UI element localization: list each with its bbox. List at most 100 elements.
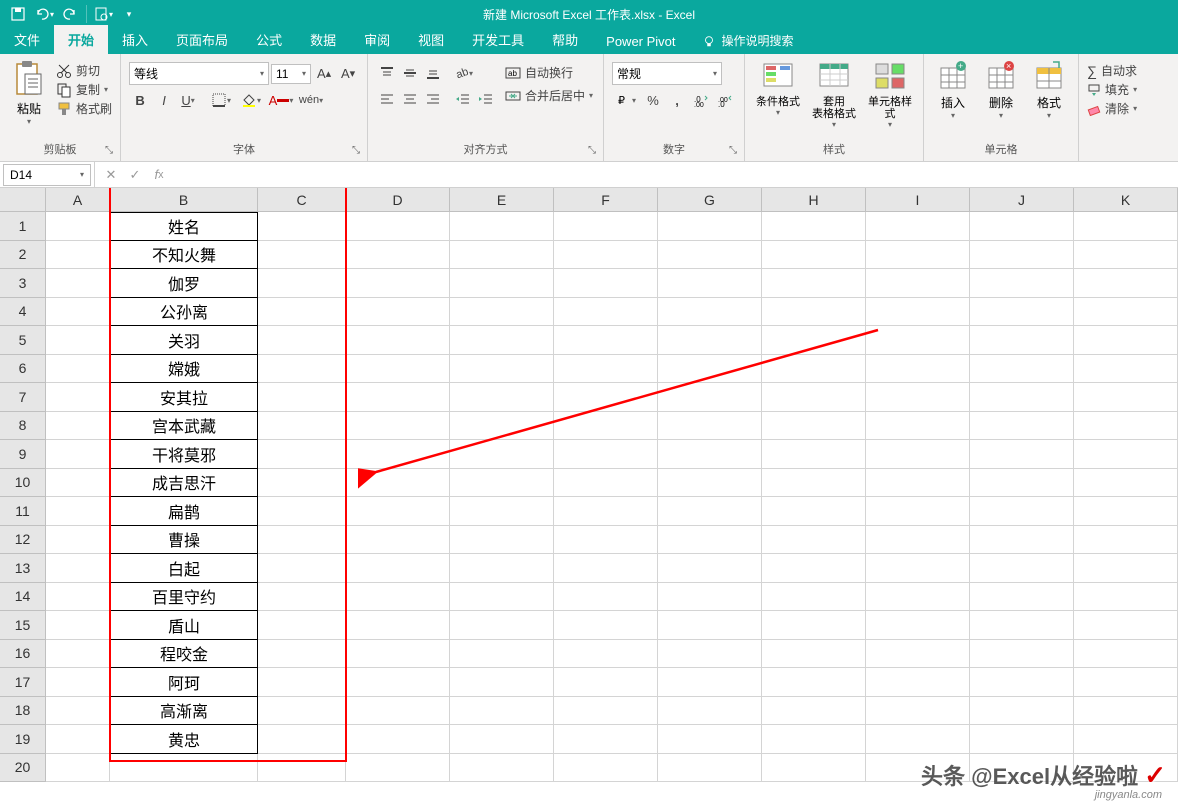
cell[interactable] <box>658 440 762 469</box>
row-header[interactable]: 16 <box>0 640 46 669</box>
fx-icon[interactable]: fx <box>149 165 169 185</box>
italic-button[interactable]: I <box>153 89 175 111</box>
align-center-icon[interactable] <box>399 88 421 110</box>
cell[interactable] <box>658 355 762 384</box>
cell[interactable] <box>46 725 110 754</box>
cell[interactable] <box>866 355 970 384</box>
cell[interactable] <box>970 697 1074 726</box>
cell[interactable] <box>1074 668 1178 697</box>
cell[interactable] <box>970 469 1074 498</box>
cell[interactable] <box>970 326 1074 355</box>
cell[interactable] <box>554 754 658 783</box>
cell[interactable] <box>762 697 866 726</box>
cut-button[interactable]: 剪切 <box>56 62 112 79</box>
cell[interactable] <box>554 668 658 697</box>
column-header[interactable]: J <box>970 188 1074 212</box>
row-header[interactable]: 14 <box>0 583 46 612</box>
cell[interactable] <box>1074 241 1178 270</box>
cell[interactable] <box>658 640 762 669</box>
cell[interactable] <box>866 526 970 555</box>
cell[interactable] <box>1074 326 1178 355</box>
alignment-launcher-icon[interactable]: ⤡ <box>588 145 601 158</box>
clear-button[interactable]: 清除▾ <box>1087 100 1137 117</box>
align-bottom-icon[interactable] <box>422 62 444 84</box>
row-header[interactable]: 8 <box>0 412 46 441</box>
cell[interactable] <box>762 497 866 526</box>
cell[interactable] <box>346 383 450 412</box>
tab-help[interactable]: 帮助 <box>538 25 592 54</box>
cell[interactable] <box>258 668 346 697</box>
cell[interactable] <box>658 412 762 441</box>
cell[interactable] <box>346 469 450 498</box>
cell[interactable] <box>450 497 554 526</box>
cell[interactable] <box>762 469 866 498</box>
cell[interactable] <box>258 298 346 327</box>
cell[interactable] <box>346 697 450 726</box>
tab-view[interactable]: 视图 <box>404 25 458 54</box>
cell[interactable] <box>46 469 110 498</box>
cell[interactable] <box>46 668 110 697</box>
row-header[interactable]: 13 <box>0 554 46 583</box>
row-header[interactable]: 6 <box>0 355 46 384</box>
tab-home[interactable]: 开始 <box>54 25 108 54</box>
cell[interactable] <box>658 668 762 697</box>
cell[interactable] <box>866 469 970 498</box>
cell[interactable] <box>554 497 658 526</box>
cell[interactable] <box>658 697 762 726</box>
comma-button[interactable]: , <box>666 89 688 111</box>
align-top-icon[interactable] <box>376 62 398 84</box>
cell[interactable] <box>554 697 658 726</box>
cell[interactable]: 高渐离 <box>110 697 258 726</box>
row-header[interactable]: 9 <box>0 440 46 469</box>
cell[interactable] <box>346 298 450 327</box>
cell[interactable]: 宫本武藏 <box>110 412 258 441</box>
tab-formulas[interactable]: 公式 <box>242 25 296 54</box>
save-icon[interactable] <box>8 4 28 24</box>
cell[interactable] <box>658 725 762 754</box>
cell[interactable] <box>450 241 554 270</box>
cell[interactable] <box>762 383 866 412</box>
cell[interactable] <box>970 526 1074 555</box>
cell[interactable] <box>46 326 110 355</box>
cell[interactable] <box>1074 583 1178 612</box>
number-format-combo[interactable]: 常规▾ <box>612 62 722 85</box>
cell[interactable] <box>866 440 970 469</box>
tell-me[interactable]: 操作说明搜索 <box>690 27 806 54</box>
cell[interactable] <box>762 298 866 327</box>
column-header[interactable]: C <box>258 188 346 212</box>
cell[interactable]: 扁鹊 <box>110 497 258 526</box>
format-table-button[interactable]: 套用 表格格式▾ <box>809 58 859 129</box>
percent-button[interactable]: % <box>642 89 664 111</box>
align-left-icon[interactable] <box>376 88 398 110</box>
column-header[interactable]: G <box>658 188 762 212</box>
increase-decimal-icon[interactable]: .0.00 <box>690 89 712 111</box>
cell[interactable] <box>46 640 110 669</box>
cell[interactable] <box>658 583 762 612</box>
enter-formula-icon[interactable]: ✓ <box>125 165 145 185</box>
cell[interactable] <box>554 640 658 669</box>
cell[interactable] <box>970 241 1074 270</box>
column-header[interactable]: K <box>1074 188 1178 212</box>
row-header[interactable]: 18 <box>0 697 46 726</box>
cell[interactable] <box>258 241 346 270</box>
cell[interactable]: 百里守约 <box>110 583 258 612</box>
cell[interactable]: 伽罗 <box>110 269 258 298</box>
cell[interactable] <box>258 469 346 498</box>
cell[interactable] <box>258 697 346 726</box>
cell[interactable]: 姓名 <box>110 212 258 241</box>
cell[interactable] <box>346 440 450 469</box>
cell[interactable] <box>866 212 970 241</box>
cell[interactable] <box>258 583 346 612</box>
cell[interactable] <box>46 412 110 441</box>
cell[interactable] <box>258 440 346 469</box>
cell[interactable] <box>762 355 866 384</box>
cell[interactable] <box>866 269 970 298</box>
select-all-corner[interactable] <box>0 188 46 212</box>
copy-button[interactable]: 复制▾ <box>56 81 112 98</box>
cell[interactable] <box>1074 497 1178 526</box>
fill-color-button[interactable]: ▾ <box>237 89 265 111</box>
cell[interactable] <box>450 754 554 783</box>
cell[interactable]: 嫦娥 <box>110 355 258 384</box>
cell[interactable] <box>762 412 866 441</box>
column-header[interactable]: B <box>110 188 258 212</box>
